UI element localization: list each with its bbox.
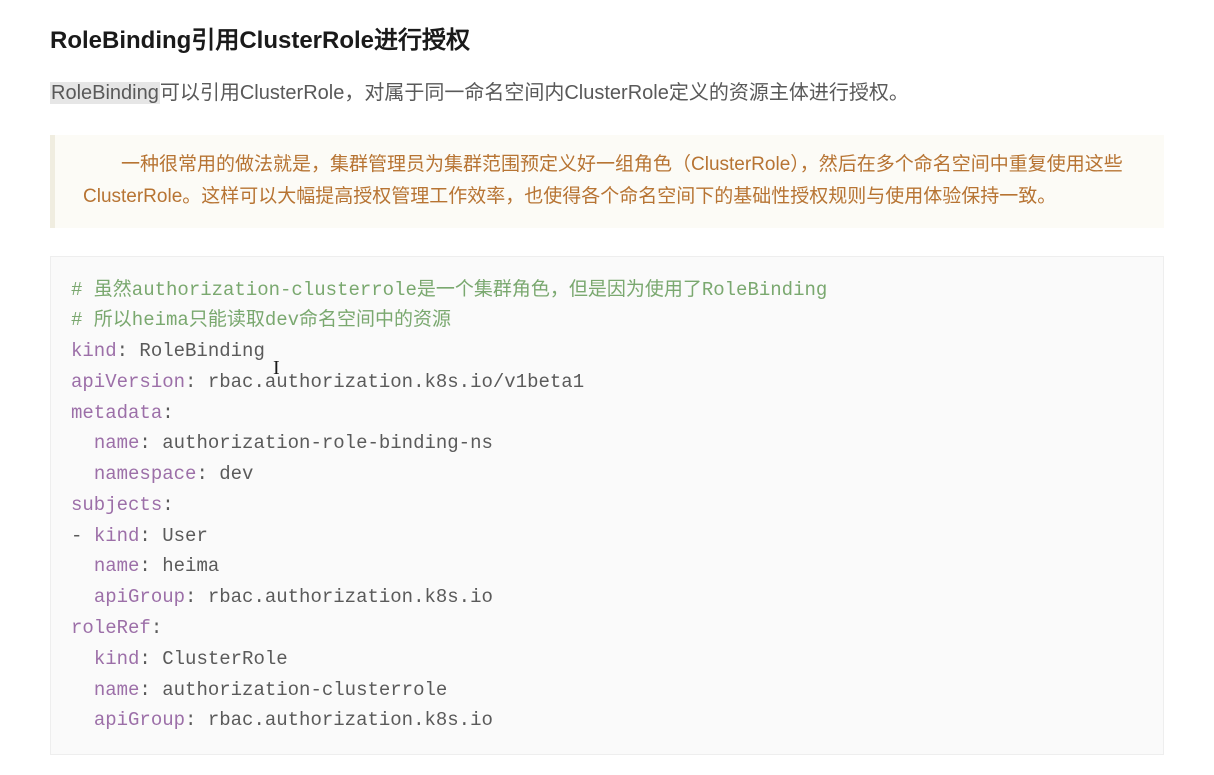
code-key: metadata (71, 402, 162, 424)
intro-rest: 可以引用ClusterRole，对属于同一命名空间内ClusterRole定义的… (160, 82, 909, 104)
code-key: kind (71, 340, 117, 362)
code-key: roleRef (71, 617, 151, 639)
code-key: apiGroup (94, 586, 185, 608)
code-key: apiVersion (71, 371, 185, 393)
code-key: subjects (71, 494, 162, 516)
code-key: name (94, 555, 140, 577)
code-key: kind (94, 525, 140, 547)
code-value: authorization-role-binding-ns (162, 432, 493, 454)
section-heading: RoleBinding引用ClusterRole进行授权 (50, 20, 1164, 55)
note-text: 一种很常用的做法就是，集群管理员为集群范围预定义好一组角色（ClusterRol… (83, 154, 1123, 207)
code-key: kind (94, 648, 140, 670)
code-key: name (94, 679, 140, 701)
code-value: dev (219, 463, 253, 485)
code-key: name (94, 432, 140, 454)
note-callout: 一种很常用的做法就是，集群管理员为集群范围预定义好一组角色（ClusterRol… (50, 135, 1164, 228)
code-value: authorization-clusterrole (162, 679, 447, 701)
code-comment-1: # 虽然authorization-clusterrole是一个集群角色，但是因… (71, 279, 827, 301)
code-value: User (162, 525, 208, 547)
code-value: heima (162, 555, 219, 577)
code-value: ClusterRole (162, 648, 287, 670)
code-value: RoleBinding (139, 340, 264, 362)
yaml-code-block: I# 虽然authorization-clusterrole是一个集群角色，但是… (50, 256, 1164, 755)
code-comment-2: # 所以heima只能读取dev命名空间中的资源 (71, 309, 451, 331)
code-value: rbac.authorization.k8s.io (208, 709, 493, 731)
code-key: namespace (94, 463, 197, 485)
intro-paragraph: RoleBinding可以引用ClusterRole，对属于同一命名空间内Clu… (50, 77, 1164, 109)
code-value: rbac.authorization.k8s.io/v1beta1 (208, 371, 584, 393)
intro-highlight: RoleBinding (50, 82, 160, 104)
code-value: rbac.authorization.k8s.io (208, 586, 493, 608)
code-key: apiGroup (94, 709, 185, 731)
